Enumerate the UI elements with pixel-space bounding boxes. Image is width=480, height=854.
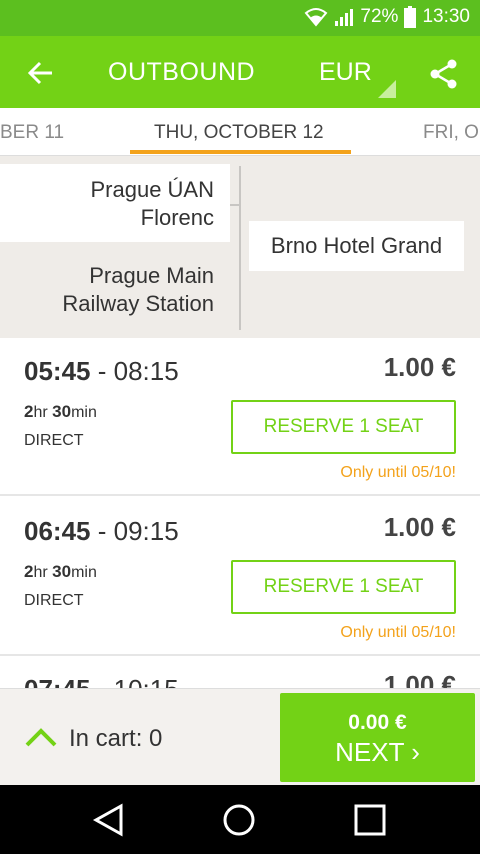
- duration-minutes: 30: [52, 562, 72, 581]
- nav-back-icon[interactable]: [92, 803, 126, 837]
- connection-type: DIRECT: [24, 592, 84, 609]
- duration-hours-unit: hr: [33, 404, 48, 421]
- connection-times: 07:45 - 10:15: [24, 674, 179, 688]
- origin-stop-2-line-2: Railway Station: [62, 291, 214, 316]
- time-separator: -: [91, 674, 114, 688]
- duration: 2hr 30min: [24, 402, 97, 422]
- signal-icon: [334, 7, 354, 27]
- clock: 13:30: [422, 6, 470, 27]
- origin-stop-2[interactable]: Prague Main Railway Station: [0, 258, 230, 328]
- origin-stop-1-line-1: Prague ÚAN: [90, 177, 214, 202]
- connection-times: 06:45 - 09:15: [24, 516, 179, 547]
- arrival-time: 08:15: [113, 356, 179, 386]
- cart-total: 0.00 €: [348, 711, 407, 734]
- back-arrow-icon[interactable]: [26, 58, 56, 88]
- nav-recents-icon[interactable]: [353, 803, 387, 837]
- tab-next-date[interactable]: FRI, OC: [423, 122, 480, 144]
- origin-stop-1-line-2: Florenc: [140, 205, 214, 230]
- origin-stop-1[interactable]: Prague ÚAN Florenc: [0, 164, 230, 242]
- next-label: NEXT ›: [335, 737, 420, 767]
- duration-minutes-unit: min: [71, 404, 97, 421]
- price: 1.00 €: [383, 352, 456, 382]
- departure-time: 07:45: [24, 674, 91, 688]
- cart-count[interactable]: In cart: 0: [69, 725, 162, 753]
- time-separator: -: [90, 516, 114, 546]
- system-nav-bar: [0, 785, 480, 854]
- share-icon[interactable]: [428, 58, 460, 90]
- route-divider: [239, 166, 241, 330]
- app-bar: OUTBOUND EUR: [0, 36, 480, 108]
- duration: 2hr 30min: [24, 562, 97, 582]
- price: 1.00 €: [383, 512, 456, 542]
- arrival-time: 09:15: [113, 516, 179, 546]
- status-bar: 72% 13:30: [0, 0, 480, 36]
- wifi-icon: [304, 7, 328, 27]
- connections-list[interactable]: 05:45 - 08:15 2hr 30min DIRECT 1.00 € RE…: [0, 338, 480, 688]
- nav-home-icon[interactable]: [222, 803, 256, 837]
- offer-note: Only until 05/10!: [340, 624, 456, 641]
- next-button[interactable]: 0.00 € NEXT ›: [280, 693, 475, 782]
- connection-type: DIRECT: [24, 432, 84, 449]
- battery-icon: [404, 6, 417, 28]
- active-tab-indicator: [130, 150, 351, 154]
- price: 1.00 €: [383, 670, 456, 688]
- connection-item[interactable]: 06:45 - 09:15 2hr 30min DIRECT 1.00 € RE…: [0, 498, 480, 656]
- departure-time: 05:45: [24, 356, 91, 386]
- duration-minutes: 30: [52, 402, 72, 421]
- connection-item[interactable]: 05:45 - 08:15 2hr 30min DIRECT 1.00 € RE…: [0, 338, 480, 496]
- connection-times: 05:45 - 08:15: [24, 356, 179, 387]
- departure-time: 06:45: [24, 516, 91, 546]
- currency-selector[interactable]: EUR: [319, 58, 372, 87]
- tab-prev-date[interactable]: BER 11: [0, 122, 64, 144]
- connection-item[interactable]: 07:45 - 10:15 1.00 €: [0, 656, 480, 688]
- destination-stop[interactable]: Brno Hotel Grand: [249, 221, 464, 271]
- battery-percent: 72%: [360, 6, 399, 27]
- chevron-up-icon[interactable]: [24, 725, 58, 754]
- page-title: OUTBOUND: [108, 58, 256, 86]
- dropdown-triangle-icon: [378, 80, 396, 98]
- time-separator: -: [90, 356, 114, 386]
- date-tabs: BER 11 THU, OCTOBER 12 FRI, OC: [0, 108, 480, 156]
- tab-active-date[interactable]: THU, OCTOBER 12: [154, 122, 324, 144]
- reserve-seat-button[interactable]: RESERVE 1 SEAT: [231, 400, 456, 454]
- duration-minutes-unit: min: [71, 564, 97, 581]
- route-summary: Prague ÚAN Florenc Prague Main Railway S…: [0, 156, 480, 338]
- cart-bar: In cart: 0 0.00 € NEXT ›: [0, 688, 480, 785]
- arrival-time: 10:15: [114, 674, 179, 688]
- origin-stop-2-line-1: Prague Main: [89, 263, 214, 288]
- reserve-seat-button[interactable]: RESERVE 1 SEAT: [231, 560, 456, 614]
- offer-note: Only until 05/10!: [340, 464, 456, 481]
- duration-hours-unit: hr: [33, 564, 48, 581]
